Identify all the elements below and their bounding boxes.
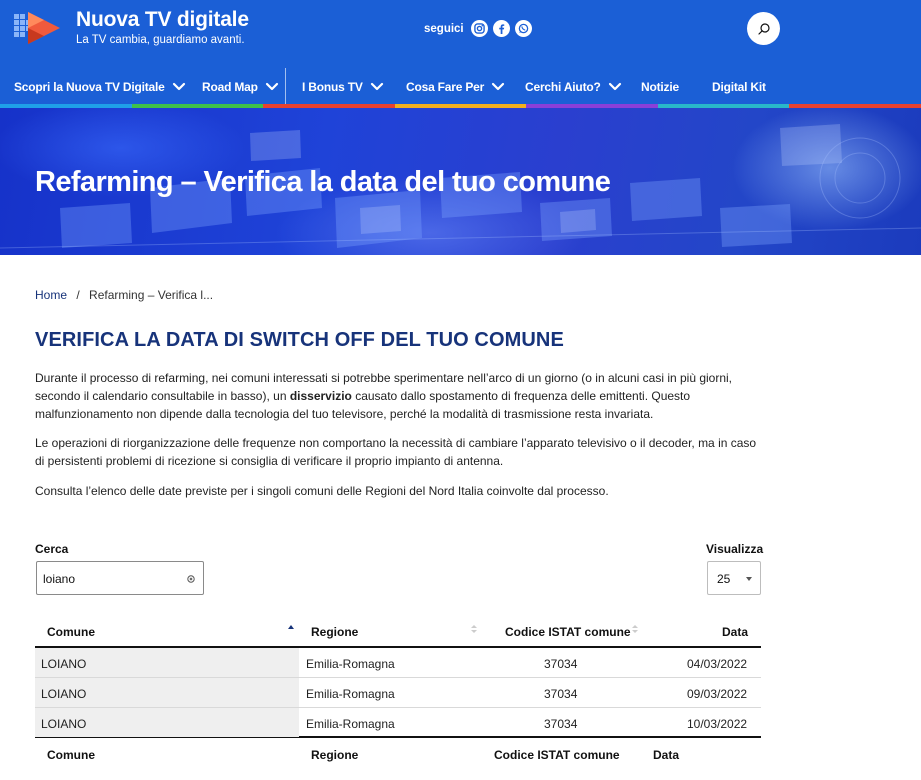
sort-both-icon[interactable] [471, 624, 477, 634]
breadcrumb-current: Refarming – Verifica l... [89, 288, 214, 302]
nav-item-label: Road Map [202, 80, 258, 94]
sort-both-icon[interactable] [632, 624, 638, 634]
chevron-down-icon [608, 82, 621, 91]
nav-divider [285, 68, 286, 106]
page-length-value: 25 [717, 572, 731, 586]
facebook-icon[interactable] [492, 20, 510, 37]
cell-regione: Emilia-Romagna [306, 657, 395, 671]
table-row: LOIANO Emilia-Romagna 37034 09/03/2022 [35, 678, 761, 708]
social-label: seguici [424, 22, 464, 35]
cell-data: 04/03/2022 [687, 657, 748, 671]
cell-regione: Emilia-Romagna [306, 687, 395, 701]
breadcrumb-home[interactable]: Home [35, 288, 67, 302]
chevron-down-icon [172, 82, 185, 91]
cell-comune: LOIANO [41, 717, 87, 731]
nav-item-bonus-tv[interactable]: I Bonus TV [302, 66, 384, 108]
hero-banner: Refarming – Verifica la data del tuo com… [0, 108, 921, 255]
intro-paragraph: Durante il processo di refarming, nei co… [35, 369, 765, 423]
table-footer: Comune Regione Codice ISTAT comune Data [35, 738, 761, 768]
nav-item-notizie[interactable]: Notizie [641, 66, 679, 108]
search-button[interactable] [747, 12, 780, 45]
breadcrumb-separator: / [76, 288, 80, 302]
social-links: seguici [424, 20, 532, 37]
cell-codice-istat: 37034 [544, 687, 578, 701]
dates-table: Comune Regione Codice ISTAT comune Data … [35, 619, 761, 768]
chevron-down-icon [265, 82, 278, 91]
search-input[interactable] [43, 570, 183, 588]
search-icon [757, 22, 770, 35]
column-header-regione[interactable]: Regione [311, 625, 358, 639]
footer-header-regione: Regione [311, 748, 359, 762]
column-header-codice-istat[interactable]: Codice ISTAT comune [505, 625, 631, 639]
nav-item-cosa-fare-per[interactable]: Cosa Fare Per [406, 66, 505, 108]
site-header: Nuova TV digitale La TV cambia, guardiam… [0, 0, 921, 108]
cell-regione: Emilia-Romagna [306, 717, 395, 731]
table-row: LOIANO Emilia-Romagna 37034 04/03/2022 [35, 648, 761, 678]
column-header-comune[interactable]: Comune [47, 625, 95, 639]
site-title[interactable]: Nuova TV digitale [76, 8, 249, 32]
nav-item-label: Cerchi Aiuto? [525, 80, 601, 94]
page-title: VERIFICA LA DATA DI SWITCH OFF DEL TUO C… [35, 329, 564, 351]
footer-header-comune: Comune [47, 748, 95, 762]
instagram-icon[interactable] [470, 20, 488, 37]
sort-asc-icon[interactable] [288, 624, 294, 634]
main-nav: Scopri la Nuova TV Digitale Road Map I B… [0, 66, 921, 108]
clear-icon[interactable] [187, 575, 195, 583]
cell-codice-istat: 37034 [544, 657, 578, 671]
hero-title: Refarming – Verifica la data del tuo com… [35, 166, 611, 198]
cell-codice-istat: 37034 [544, 717, 578, 731]
chevron-down-icon [370, 82, 383, 91]
footer-header-codice-istat: Codice ISTAT comune [494, 748, 620, 762]
page-length-select[interactable]: 25 [707, 561, 761, 595]
nav-item-scopri[interactable]: Scopri la Nuova TV Digitale [14, 66, 186, 108]
nav-item-label: Notizie [641, 80, 679, 94]
intro-bold-word: disservizio [289, 389, 352, 403]
nav-item-label: Cosa Fare Per [406, 80, 485, 94]
page-length-label: Visualizza [706, 542, 764, 556]
nav-item-cerchi-aiuto[interactable]: Cerchi Aiuto? [525, 66, 622, 108]
search-label: Cerca [35, 542, 69, 556]
antenna-paragraph: Le operazioni di riorganizzazione delle … [35, 436, 757, 468]
whatsapp-icon[interactable] [514, 20, 532, 37]
table-row: LOIANO Emilia-Romagna 37034 10/03/2022 [35, 708, 761, 738]
cell-comune: LOIANO [41, 687, 87, 701]
breadcrumb: Home / Refarming – Verifica l... [35, 288, 213, 302]
nav-item-label: Scopri la Nuova TV Digitale [14, 80, 165, 94]
nav-item-label: I Bonus TV [302, 80, 363, 94]
chevron-down-icon [492, 82, 505, 91]
cell-data: 09/03/2022 [687, 687, 748, 701]
footer-header-data: Data [653, 748, 680, 762]
consulta-paragraph: Consulta l’elenco delle date previste pe… [35, 484, 609, 498]
column-header-data[interactable]: Data [722, 625, 748, 639]
nav-item-digital-kit[interactable]: Digital Kit [712, 66, 766, 108]
logo-icon[interactable] [12, 8, 68, 48]
cell-comune: LOIANO [41, 657, 87, 671]
search-field[interactable] [36, 561, 204, 595]
nav-item-road-map[interactable]: Road Map [202, 66, 279, 108]
caret-down-icon [746, 577, 752, 581]
site-subtitle: La TV cambia, guardiamo avanti. [76, 34, 245, 46]
table-header: Comune Regione Codice ISTAT comune Data [35, 619, 761, 648]
nav-item-label: Digital Kit [712, 80, 766, 94]
cell-data: 10/03/2022 [687, 717, 748, 731]
